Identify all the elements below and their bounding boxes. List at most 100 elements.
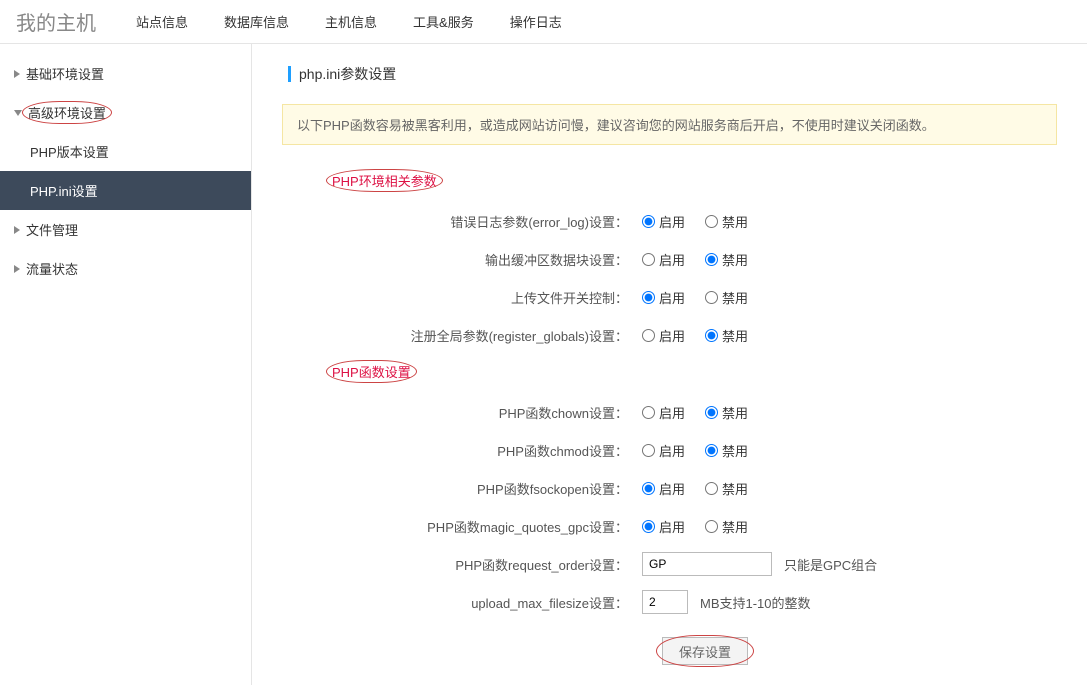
notice-banner: 以下PHP函数容易被黑客利用，或造成网站访问慢，建议咨询您的网站服务商后开启，不…: [282, 104, 1057, 145]
sidebar-item-label: PHP版本设置: [30, 142, 109, 161]
radio-label: 禁用: [722, 250, 748, 269]
row-request-order: PHP函数request_order设置： 只能是GPC组合: [282, 545, 1057, 583]
form-row: 上传文件开关控制： 启用 禁用: [282, 278, 1057, 316]
topnav-site-info[interactable]: 站点信息: [136, 12, 188, 31]
form-label: PHP函数magic_quotes_gpc设置：: [282, 517, 642, 536]
radio-label: 启用: [659, 403, 685, 422]
radio-enable[interactable]: [642, 291, 655, 304]
radio-option-disable[interactable]: 禁用: [705, 212, 748, 231]
form-ctrl: 启用 禁用: [642, 441, 762, 460]
radio-disable[interactable]: [705, 520, 718, 533]
sidebar-item-traffic[interactable]: 流量状态: [0, 249, 251, 288]
layout: 基础环境设置 高级环境设置 PHP版本设置 PHP.ini设置 文件管理 流量状…: [0, 44, 1087, 685]
page-title-wrap: php.ini参数设置: [288, 64, 1057, 84]
form-ctrl: 启用 禁用: [642, 212, 762, 231]
radio-option-enable[interactable]: 启用: [642, 403, 685, 422]
radio-enable[interactable]: [642, 520, 655, 533]
sidebar-item-label: PHP.ini设置: [30, 181, 98, 200]
radio-option-enable[interactable]: 启用: [642, 250, 685, 269]
radio-option-disable[interactable]: 禁用: [705, 326, 748, 345]
radio-option-disable[interactable]: 禁用: [705, 288, 748, 307]
sidebar-item-php-version[interactable]: PHP版本设置: [0, 132, 251, 171]
radio-label: 启用: [659, 212, 685, 231]
radio-label: 启用: [659, 288, 685, 307]
caret-down-icon: [14, 110, 22, 116]
radio-label: 启用: [659, 326, 685, 345]
radio-enable[interactable]: [642, 406, 655, 419]
form-row: PHP函数fsockopen设置： 启用 禁用: [282, 469, 1057, 507]
sidebar-item-basic-env[interactable]: 基础环境设置: [0, 54, 251, 93]
topnav-tools[interactable]: 工具&服务: [413, 12, 474, 31]
upload-max-input[interactable]: [642, 590, 688, 614]
sidebar-item-php-ini[interactable]: PHP.ini设置: [0, 171, 251, 210]
form-label: 错误日志参数(error_log)设置：: [282, 212, 642, 231]
save-button[interactable]: 保存设置: [662, 637, 748, 665]
upload-max-hint: MB支持1-10的整数: [700, 593, 811, 612]
radio-disable[interactable]: [705, 215, 718, 228]
topnav-host-info[interactable]: 主机信息: [325, 12, 377, 31]
radio-disable[interactable]: [705, 482, 718, 495]
radio-label: 禁用: [722, 479, 748, 498]
radio-option-disable[interactable]: 禁用: [705, 403, 748, 422]
form-ctrl: 启用 禁用: [642, 479, 762, 498]
form-row: 注册全局参数(register_globals)设置： 启用 禁用: [282, 316, 1057, 354]
radio-label: 启用: [659, 479, 685, 498]
radio-enable[interactable]: [642, 444, 655, 457]
radio-label: 启用: [659, 441, 685, 460]
caret-right-icon: [14, 70, 20, 78]
form-label: PHP函数chmod设置：: [282, 441, 642, 460]
radio-enable[interactable]: [642, 329, 655, 342]
radio-disable[interactable]: [705, 329, 718, 342]
radio-label: 禁用: [722, 212, 748, 231]
form-row: PHP函数chmod设置： 启用 禁用: [282, 431, 1057, 469]
radio-label: 启用: [659, 517, 685, 536]
topbar-title: 我的主机: [16, 7, 96, 36]
caret-right-icon: [14, 226, 20, 234]
form-ctrl: 启用 禁用: [642, 517, 762, 536]
sidebar-item-files[interactable]: 文件管理: [0, 210, 251, 249]
section-fn-settings: PHP函数设置: [332, 362, 411, 381]
radio-option-enable[interactable]: 启用: [642, 517, 685, 536]
sidebar-item-label: 文件管理: [26, 220, 78, 239]
label-upload-max: upload_max_filesize设置：: [282, 593, 642, 612]
form-row: PHP函数chown设置：启用禁用: [282, 393, 1057, 431]
label-request-order: PHP函数request_order设置：: [282, 555, 642, 574]
radio-disable[interactable]: [705, 406, 718, 419]
form-label: PHP函数fsockopen设置：: [282, 479, 642, 498]
form-label: 输出缓冲区数据块设置：: [282, 250, 642, 269]
radio-enable[interactable]: [642, 215, 655, 228]
sidebar-item-adv-env[interactable]: 高级环境设置: [0, 93, 251, 132]
radio-option-enable[interactable]: 启用: [642, 288, 685, 307]
form-label: 上传文件开关控制：: [282, 288, 642, 307]
radio-option-disable[interactable]: 禁用: [705, 250, 748, 269]
form-ctrl: 启用 禁用: [642, 403, 762, 422]
page-title: php.ini参数设置: [299, 64, 396, 84]
radio-option-enable[interactable]: 启用: [642, 212, 685, 231]
form-row: 错误日志参数(error_log)设置： 启用 禁用: [282, 202, 1057, 240]
radio-disable[interactable]: [705, 291, 718, 304]
radio-option-disable[interactable]: 禁用: [705, 517, 748, 536]
radio-disable[interactable]: [705, 253, 718, 266]
main: php.ini参数设置 以下PHP函数容易被黑客利用，或造成网站访问慢，建议咨询…: [252, 44, 1087, 685]
radio-option-enable[interactable]: 启用: [642, 479, 685, 498]
caret-right-icon: [14, 265, 20, 273]
radio-option-disable[interactable]: 禁用: [705, 479, 748, 498]
radio-enable[interactable]: [642, 253, 655, 266]
form-ctrl: 启用 禁用: [642, 250, 762, 269]
radio-option-enable[interactable]: 启用: [642, 441, 685, 460]
sidebar-item-label: 基础环境设置: [26, 64, 104, 83]
radio-label: 禁用: [722, 403, 748, 422]
save-button-wrap: 保存设置: [662, 637, 748, 665]
topnav-db-info[interactable]: 数据库信息: [224, 12, 289, 31]
env-rows: 错误日志参数(error_log)设置：启用禁用输出缓冲区数据块设置：启用禁用上…: [282, 202, 1057, 354]
radio-label: 禁用: [722, 441, 748, 460]
radio-option-disable[interactable]: 禁用: [705, 441, 748, 460]
form-label: 注册全局参数(register_globals)设置：: [282, 326, 642, 345]
radio-disable[interactable]: [705, 444, 718, 457]
radio-label: 启用: [659, 250, 685, 269]
request-order-input[interactable]: [642, 552, 772, 576]
topnav-logs[interactable]: 操作日志: [510, 12, 562, 31]
radio-option-enable[interactable]: 启用: [642, 326, 685, 345]
radio-enable[interactable]: [642, 482, 655, 495]
form-row: 输出缓冲区数据块设置： 启用 禁用: [282, 240, 1057, 278]
